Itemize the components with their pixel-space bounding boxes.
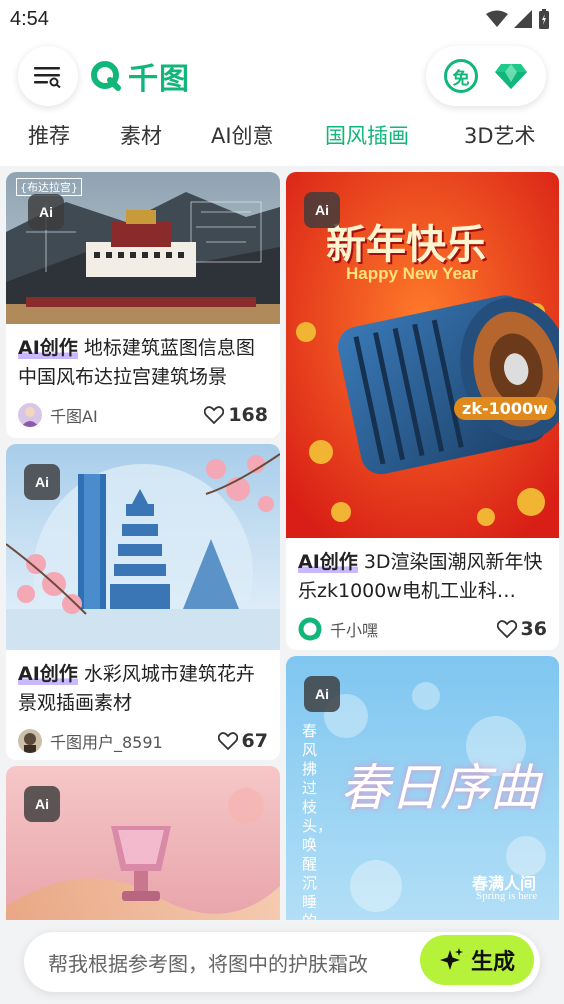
battery-icon (539, 9, 549, 29)
content-card[interactable]: {布达拉宫} Ai AI创作 地标建筑蓝图信息图中国风布达拉宫建筑场景 千图AI… (6, 172, 280, 438)
ai-badge-icon: Ai (28, 194, 64, 230)
ai-badge-icon: Ai (24, 786, 60, 822)
card-footer: 千小嘿 36 (286, 606, 559, 646)
avatar (298, 617, 322, 641)
like-count[interactable]: 36 (496, 618, 547, 640)
card-image: Ai (6, 444, 280, 650)
ai-badge-icon: Ai (24, 464, 60, 500)
card-image: 新年快乐 Happy New Year zk-1000w Ai (286, 172, 559, 538)
author-name: 千图AI (50, 407, 98, 426)
card-title: AI创作 地标建筑蓝图信息图中国风布达拉宫建筑场景 (6, 324, 280, 392)
signal-icon (514, 10, 532, 28)
author-name: 千图用户_8591 (50, 733, 163, 752)
tab-materials[interactable]: 素材 (120, 120, 162, 150)
tab-ai-creative[interactable]: AI创意 (211, 120, 274, 150)
menu-search-icon (34, 67, 61, 88)
status-bar: 4:54 (0, 0, 564, 38)
image-headline: 新年快乐 (326, 221, 486, 268)
ai-badge-icon: Ai (304, 676, 340, 712)
tab-recommend[interactable]: 推荐 (28, 120, 70, 150)
heart-icon (496, 620, 517, 638)
avatar (18, 729, 42, 753)
header-actions: 免 (426, 46, 546, 106)
content-card[interactable]: 春风拂过枝头，唤醒沉睡的美好 春日序曲 春满人间 Spring is here … (286, 656, 559, 920)
author-name: 千小嘿 (330, 621, 379, 640)
ai-creation-tag: AI创作 (298, 551, 358, 573)
heart-icon (217, 732, 238, 750)
logo-text: 千图 (128, 62, 190, 97)
heart-icon (204, 406, 225, 424)
generate-button[interactable]: 生成 (420, 935, 534, 985)
image-headline: 春日序曲 (340, 759, 540, 817)
category-tabs: 推荐 素材 AI创意 国风插画 3D艺术 (0, 116, 564, 156)
tab-3d-art[interactable]: 3D艺术 (464, 120, 536, 150)
card-author[interactable]: 千小嘿 (298, 617, 378, 641)
card-author[interactable]: 千图AI (18, 403, 98, 427)
like-count[interactable]: 67 (217, 730, 268, 752)
avatar (18, 403, 42, 427)
vip-diamond-icon[interactable] (494, 62, 528, 90)
image-label: zk-1000w (454, 397, 556, 420)
card-author[interactable]: 千图用户_8591 (18, 729, 163, 753)
status-time: 4:54 (10, 7, 49, 30)
tab-guofeng-illustration[interactable]: 国风插画 (325, 120, 409, 150)
likes-value: 67 (241, 730, 268, 752)
likes-value: 36 (520, 618, 547, 640)
bottom-prompt-bar: 帮我根据参考图，将图中的护肤霜改 生成 (0, 920, 564, 1004)
menu-button[interactable] (18, 46, 78, 106)
ai-creation-tag: AI创作 (18, 663, 78, 685)
card-image: Ai (6, 766, 280, 920)
content-card[interactable]: 新年快乐 Happy New Year zk-1000w Ai AI创作 3D渲… (286, 172, 559, 650)
ai-creation-tag: AI创作 (18, 337, 78, 359)
free-badge-button[interactable]: 免 (444, 59, 478, 93)
card-footer: 千图用户_8591 67 (6, 718, 280, 758)
card-footer: 千图AI 168 (6, 392, 280, 432)
sparkle-icon (439, 948, 463, 970)
content-card[interactable]: Ai (6, 766, 280, 920)
card-image: 春风拂过枝头，唤醒沉睡的美好 春日序曲 春满人间 Spring is here … (286, 656, 559, 920)
content-card[interactable]: Ai AI创作 水彩风城市建筑花卉景观插画素材 千图用户_8591 67 (6, 444, 280, 760)
ai-badge-icon: Ai (304, 192, 340, 228)
image-label-en: Spring is here (476, 890, 538, 902)
prompt-input[interactable]: 帮我根据参考图，将图中的护肤霜改 生成 (24, 932, 540, 992)
app-header: 千图 免 推荐 素材 AI创意 国风插画 3D艺术 (0, 38, 564, 166)
logo-mark-icon (91, 61, 121, 91)
image-vertical-text: 春风拂过枝头，唤醒沉睡的美好 (302, 722, 333, 920)
content-feed: {布达拉宫} Ai AI创作 地标建筑蓝图信息图中国风布达拉宫建筑场景 千图AI… (0, 166, 564, 920)
status-icons (486, 9, 550, 29)
card-image: {布达拉宫} Ai (6, 172, 280, 324)
wifi-icon (486, 10, 508, 27)
like-count[interactable]: 168 (204, 404, 268, 426)
card-title: AI创作 3D渲染国潮风新年快乐zk1000w电机工业科… (286, 538, 559, 606)
likes-value: 168 (228, 404, 268, 426)
app-logo: 千图 (90, 56, 190, 97)
card-title: AI创作 水彩风城市建筑花卉景观插画素材 (6, 650, 280, 718)
image-subheadline: Happy New Year (346, 264, 478, 283)
prompt-text: 帮我根据参考图，将图中的护肤霜改 (48, 951, 368, 976)
generate-button-label: 生成 (470, 950, 515, 975)
